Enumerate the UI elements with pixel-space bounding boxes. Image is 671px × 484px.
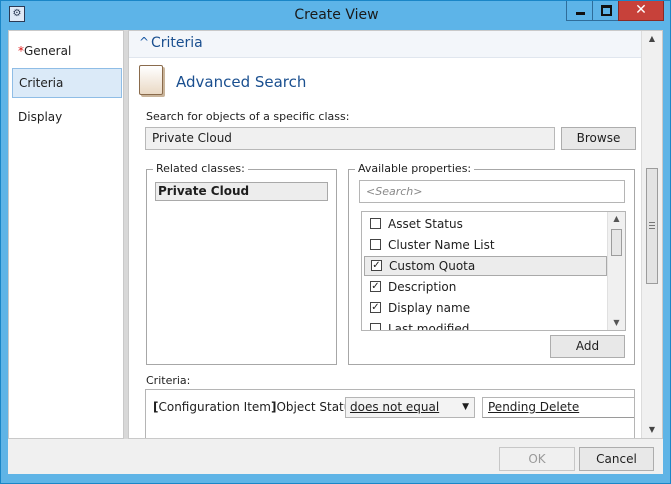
- main-scrollbar[interactable]: ▲ ▼: [641, 31, 662, 438]
- related-classes-legend: Related classes:: [153, 162, 248, 175]
- close-button[interactable]: ✕: [618, 1, 664, 21]
- property-item[interactable]: ✓ Custom Quota: [364, 256, 607, 276]
- checkbox[interactable]: [370, 239, 381, 250]
- criteria-label: Criteria:: [146, 374, 191, 387]
- criteria-row: [Configuration Item]Object Status: [153, 400, 358, 414]
- browse-button[interactable]: Browse: [561, 127, 636, 150]
- scroll-up-icon[interactable]: ▲: [608, 212, 625, 226]
- scroll-up-icon[interactable]: ▲: [642, 31, 662, 47]
- grip-line: [649, 225, 655, 226]
- property-item[interactable]: Cluster Name List: [364, 235, 607, 255]
- maximize-button[interactable]: [592, 1, 619, 21]
- operator-dropdown[interactable]: does not equal ▼: [345, 397, 475, 418]
- dialog-body: *General Criteria Display ^ Criteria Adv…: [8, 30, 663, 474]
- scroll-thumb[interactable]: [611, 229, 622, 256]
- property-item[interactable]: Last modified: [364, 319, 607, 330]
- related-class-item[interactable]: Private Cloud: [155, 182, 328, 201]
- collapse-caret-icon[interactable]: ^: [139, 35, 149, 49]
- property-list: Asset Status Cluster Name List ✓ Custom Q…: [361, 211, 626, 331]
- chevron-down-icon: ▼: [462, 402, 469, 412]
- section-title: Criteria: [151, 35, 203, 51]
- minimize-button[interactable]: [566, 1, 593, 21]
- property-item[interactable]: ✓ Description: [364, 277, 607, 297]
- property-list-scrollbar[interactable]: ▲ ▼: [607, 212, 625, 330]
- create-view-window: ⚙ Create View ✕ *General Criteria Displa…: [0, 0, 671, 484]
- grip-line: [649, 228, 655, 229]
- ok-button[interactable]: OK: [499, 447, 575, 471]
- nav-item-label: Display: [18, 110, 63, 124]
- property-item[interactable]: ✓ Display name: [364, 298, 607, 318]
- title-bar[interactable]: ⚙ Create View ✕: [1, 1, 670, 30]
- checkbox-checked[interactable]: ✓: [370, 302, 381, 313]
- nav-item-criteria[interactable]: Criteria: [12, 68, 122, 98]
- nav-item-label: Criteria: [19, 76, 64, 90]
- checkbox-checked[interactable]: ✓: [371, 260, 382, 271]
- criteria-class: Configuration Item: [158, 400, 271, 414]
- available-properties-legend: Available properties:: [355, 162, 475, 175]
- checkbox-checked[interactable]: ✓: [370, 281, 381, 292]
- nav-item-label: General: [24, 44, 72, 58]
- advanced-search-title: Advanced Search: [176, 73, 307, 91]
- nav-item-display[interactable]: Display: [12, 102, 122, 132]
- criteria-page: ^ Criteria Advanced Search Search for ob…: [128, 30, 663, 439]
- criteria-section-header[interactable]: ^ Criteria: [129, 31, 642, 58]
- checkbox[interactable]: [370, 323, 381, 330]
- criteria-box: [Configuration Item]Object Status does n…: [145, 389, 635, 438]
- cancel-button[interactable]: Cancel: [579, 447, 654, 471]
- nav-item-general[interactable]: *General: [12, 36, 122, 66]
- wizard-nav: *General Criteria Display: [8, 30, 124, 439]
- checkbox[interactable]: [370, 218, 381, 229]
- class-search-label: Search for objects of a specific class:: [146, 110, 350, 123]
- scroll-down-icon[interactable]: ▼: [608, 316, 625, 330]
- criteria-value-field[interactable]: Pending Delete: [482, 397, 634, 418]
- property-item[interactable]: Asset Status: [364, 214, 607, 234]
- add-button[interactable]: Add: [550, 335, 625, 358]
- close-icon: ✕: [635, 2, 647, 18]
- grip-line: [649, 222, 655, 223]
- scroll-thumb[interactable]: [646, 168, 658, 284]
- scroll-down-icon[interactable]: ▼: [642, 422, 662, 438]
- advanced-search-icon: [139, 65, 163, 95]
- related-classes-group: Related classes: Private Cloud: [146, 162, 337, 365]
- property-search-input[interactable]: <Search>: [359, 180, 625, 203]
- class-field[interactable]: Private Cloud: [145, 127, 555, 150]
